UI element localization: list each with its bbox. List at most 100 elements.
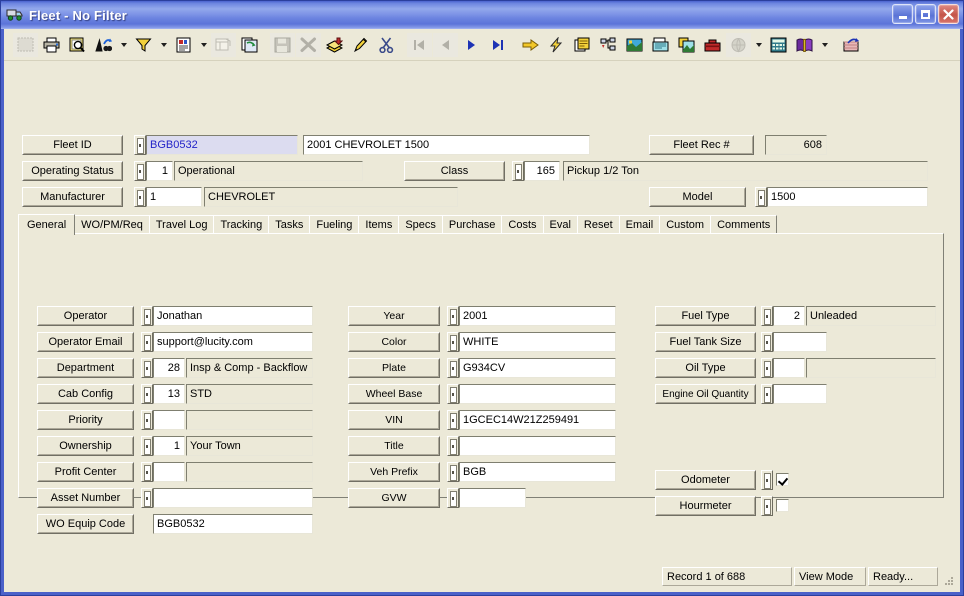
hourmeter-label-button[interactable]: Hourmeter (655, 496, 756, 516)
asset-number-input[interactable] (153, 488, 313, 508)
documents-icon[interactable] (570, 32, 595, 57)
calculator-icon[interactable] (766, 32, 791, 57)
ownership-code[interactable]: 1 (153, 436, 185, 456)
operator-label-button[interactable]: Operator (37, 306, 134, 326)
lightning-icon[interactable] (544, 32, 569, 57)
gvw-picker[interactable] (447, 488, 459, 508)
tab-costs[interactable]: Costs (501, 215, 544, 234)
add-record-icon[interactable] (322, 32, 347, 57)
save-icon[interactable] (270, 32, 295, 57)
operator-picker[interactable] (141, 306, 153, 326)
fuel-tank-size-label-button[interactable]: Fuel Tank Size (655, 332, 756, 352)
cab-config-label-button[interactable]: Cab Config (37, 384, 134, 404)
exit-icon[interactable] (839, 32, 864, 57)
model-picker[interactable] (755, 187, 767, 207)
class-label-button[interactable]: Class (404, 161, 505, 181)
tab-general[interactable]: General (18, 214, 76, 235)
operator-input[interactable]: Jonathan (153, 306, 313, 326)
fuel-tank-size-input[interactable] (773, 332, 827, 352)
wo-equip-code-label-button[interactable]: WO Equip Code (37, 514, 134, 534)
profit-center-picker[interactable] (141, 462, 153, 482)
vin-picker[interactable] (447, 410, 459, 430)
help-book-icon[interactable] (792, 32, 817, 57)
tab-travel-log[interactable]: Travel Log (148, 215, 215, 234)
title-label-button[interactable]: Title (348, 436, 440, 456)
gvw-label-button[interactable]: GVW (348, 488, 440, 508)
model-input[interactable]: 1500 (767, 187, 928, 207)
color-input[interactable]: WHITE (459, 332, 616, 352)
gis-map-icon[interactable] (622, 32, 647, 57)
operating-status-label-button[interactable]: Operating Status (22, 161, 123, 181)
color-picker[interactable] (447, 332, 459, 352)
operating-status-picker[interactable] (134, 161, 146, 181)
last-record-icon[interactable] (485, 32, 510, 57)
wo-equip-code-input[interactable]: BGB0532 (153, 514, 313, 534)
oil-type-code[interactable] (773, 358, 805, 378)
operator-email-label-button[interactable]: Operator Email (37, 332, 134, 352)
color-label-button[interactable]: Color (348, 332, 440, 352)
profit-center-label-button[interactable]: Profit Center (37, 462, 134, 482)
department-picker[interactable] (141, 358, 153, 378)
class-picker[interactable] (512, 161, 524, 181)
close-button[interactable] (938, 4, 959, 24)
engine-oil-quantity-picker[interactable] (761, 384, 773, 404)
year-label-button[interactable]: Year (348, 306, 440, 326)
title-input[interactable] (459, 436, 616, 456)
find-icon[interactable] (91, 32, 116, 57)
fuel-type-label-button[interactable]: Fuel Type (655, 306, 756, 326)
report-icon[interactable] (171, 32, 196, 57)
globe-icon[interactable] (726, 32, 751, 57)
department-code[interactable]: 28 (153, 358, 185, 378)
image-icon[interactable] (674, 32, 699, 57)
ownership-picker[interactable] (141, 436, 153, 456)
report-dropdown-arrow[interactable] (197, 32, 210, 57)
title-bar[interactable]: Fleet - No Filter (1, 1, 963, 29)
first-record-icon[interactable] (407, 32, 432, 57)
wheel-base-picker[interactable] (447, 384, 459, 404)
operator-email-picker[interactable] (141, 332, 153, 352)
veh-prefix-input[interactable]: BGB (459, 462, 616, 482)
wheel-base-label-button[interactable]: Wheel Base (348, 384, 440, 404)
fleet-description-input[interactable]: 2001 CHEVROLET 1500 (303, 135, 590, 155)
hourmeter-checkbox[interactable] (776, 499, 789, 512)
tab-comments[interactable]: Comments (710, 215, 778, 234)
fuel-type-picker[interactable] (761, 306, 773, 326)
oil-type-picker[interactable] (761, 358, 773, 378)
plate-picker[interactable] (447, 358, 459, 378)
tree-view-icon[interactable] (596, 32, 621, 57)
engine-oil-quantity-input[interactable] (773, 384, 827, 404)
vin-label-button[interactable]: VIN (348, 410, 440, 430)
new-record-icon[interactable] (13, 32, 38, 57)
edit-icon[interactable] (348, 32, 373, 57)
department-label-button[interactable]: Department (37, 358, 134, 378)
oil-type-label-button[interactable]: Oil Type (655, 358, 756, 378)
filter-icon[interactable] (131, 32, 156, 57)
minimize-button[interactable] (892, 4, 913, 24)
manufacturer-code[interactable]: 1 (146, 187, 202, 207)
odometer-checkbox[interactable] (776, 473, 789, 486)
veh-prefix-picker[interactable] (447, 462, 459, 482)
toolbox-icon[interactable] (700, 32, 725, 57)
resize-grip[interactable] (940, 567, 954, 586)
gvw-input[interactable] (459, 488, 526, 508)
plate-input[interactable]: G934CV (459, 358, 616, 378)
tab-eval[interactable]: Eval (542, 215, 578, 234)
asset-number-label-button[interactable]: Asset Number (37, 488, 134, 508)
globe-dropdown-arrow[interactable] (752, 32, 765, 57)
year-input[interactable]: 2001 (459, 306, 616, 326)
previous-record-icon[interactable] (433, 32, 458, 57)
title-picker[interactable] (447, 436, 459, 456)
delete-icon[interactable] (296, 32, 321, 57)
odometer-picker[interactable] (761, 470, 773, 490)
class-code[interactable]: 165 (524, 161, 560, 181)
fax-icon[interactable] (648, 32, 673, 57)
manufacturer-label-button[interactable]: Manufacturer (22, 187, 123, 207)
cut-icon[interactable] (374, 32, 399, 57)
asset-number-picker[interactable] (141, 488, 153, 508)
odometer-label-button[interactable]: Odometer (655, 470, 756, 490)
tab-email[interactable]: Email (618, 215, 661, 234)
print-icon[interactable] (39, 32, 64, 57)
veh-prefix-label-button[interactable]: Veh Prefix (348, 462, 440, 482)
tab-specs[interactable]: Specs (398, 215, 443, 234)
filter-dropdown-arrow[interactable] (157, 32, 170, 57)
